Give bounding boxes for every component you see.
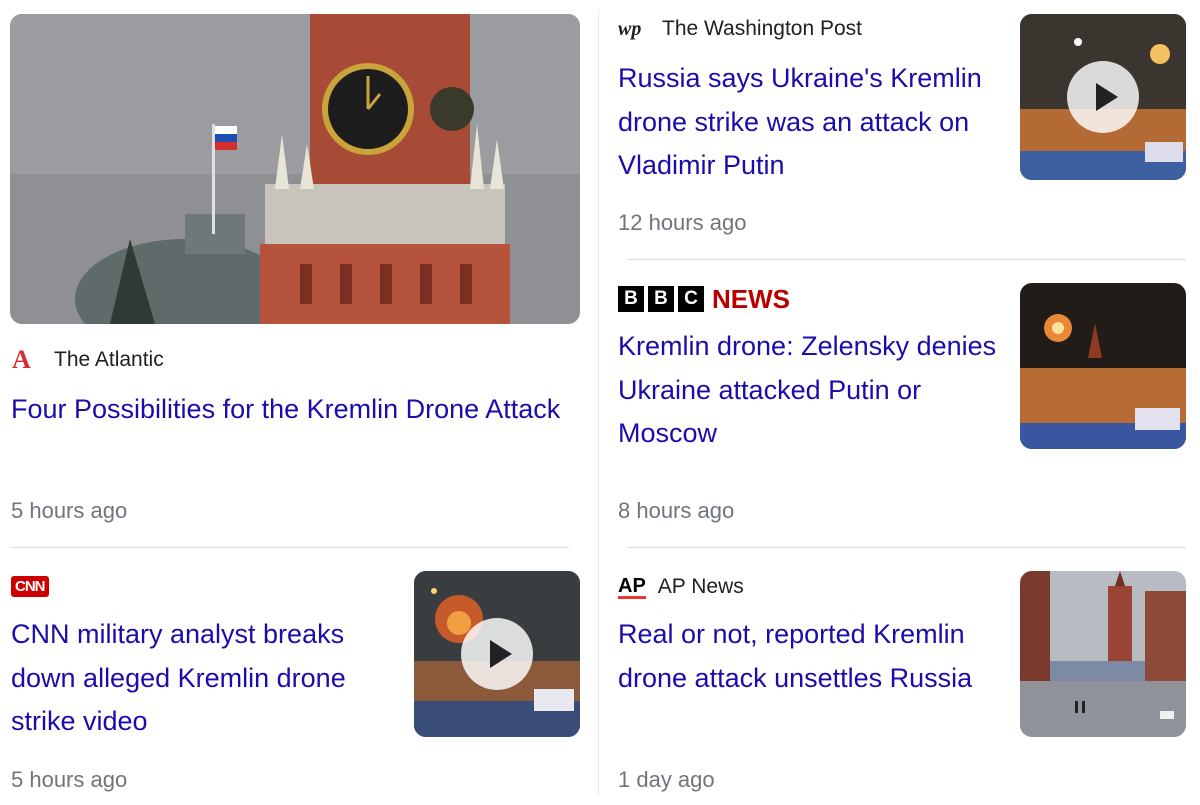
article-source: CNN [11, 572, 49, 600]
the-atlantic-logo-icon: A [12, 345, 31, 374]
article-thumbnail[interactable] [414, 571, 580, 737]
article-thumbnail[interactable] [1020, 283, 1186, 449]
article-headline-link[interactable]: Russia says Ukraine's Kremlin drone stri… [618, 57, 998, 188]
article-separator [628, 547, 1186, 548]
bbc-logo-letter: B [648, 286, 674, 312]
red-square-street-image [1020, 571, 1186, 737]
washington-post-logo-icon: wp [618, 17, 642, 40]
ap-logo-icon: AP [618, 574, 646, 599]
kremlin-clock-tower-image [10, 14, 580, 324]
article-timestamp: 12 hours ago [618, 210, 747, 235]
article-timestamp: 8 hours ago [618, 498, 735, 523]
article-separator [11, 547, 569, 548]
article-timestamp: 5 hours ago [11, 767, 128, 792]
bbc-logo-letter: B [618, 286, 644, 312]
play-video-icon[interactable] [1067, 61, 1139, 133]
article-headline-link[interactable]: Real or not, reported Kremlin drone atta… [618, 613, 998, 700]
article-source: AP AP News [618, 572, 744, 602]
article-headline-link[interactable]: Kremlin drone: Zelensky denies Ukraine a… [618, 325, 998, 456]
article-separator [628, 259, 1186, 260]
source-name: The Atlantic [54, 348, 164, 371]
source-name: The Washington Post [662, 17, 862, 40]
article-thumbnail[interactable] [10, 14, 580, 324]
kremlin-night-explosion-image [1020, 283, 1186, 449]
play-video-icon[interactable] [461, 618, 533, 690]
bbc-logo-letter: C [678, 286, 704, 312]
cnn-logo-icon: CNN [11, 575, 49, 597]
article-source: wp The Washington Post [618, 14, 862, 44]
article-thumbnail[interactable] [1020, 571, 1186, 737]
article-headline-link[interactable]: Four Possibilities for the Kremlin Drone… [11, 388, 571, 432]
article-source: B B C NEWS [618, 284, 790, 314]
article-headline-link[interactable]: CNN military analyst breaks down alleged… [11, 613, 396, 744]
source-name: AP News [657, 575, 744, 598]
bbc-news-logo-icon: NEWS [712, 283, 790, 314]
column-divider [598, 10, 599, 795]
article-source: A The Atlantic [12, 345, 164, 375]
article-thumbnail[interactable] [1020, 14, 1186, 180]
article-timestamp: 1 day ago [618, 767, 715, 792]
article-timestamp: 5 hours ago [11, 498, 128, 523]
